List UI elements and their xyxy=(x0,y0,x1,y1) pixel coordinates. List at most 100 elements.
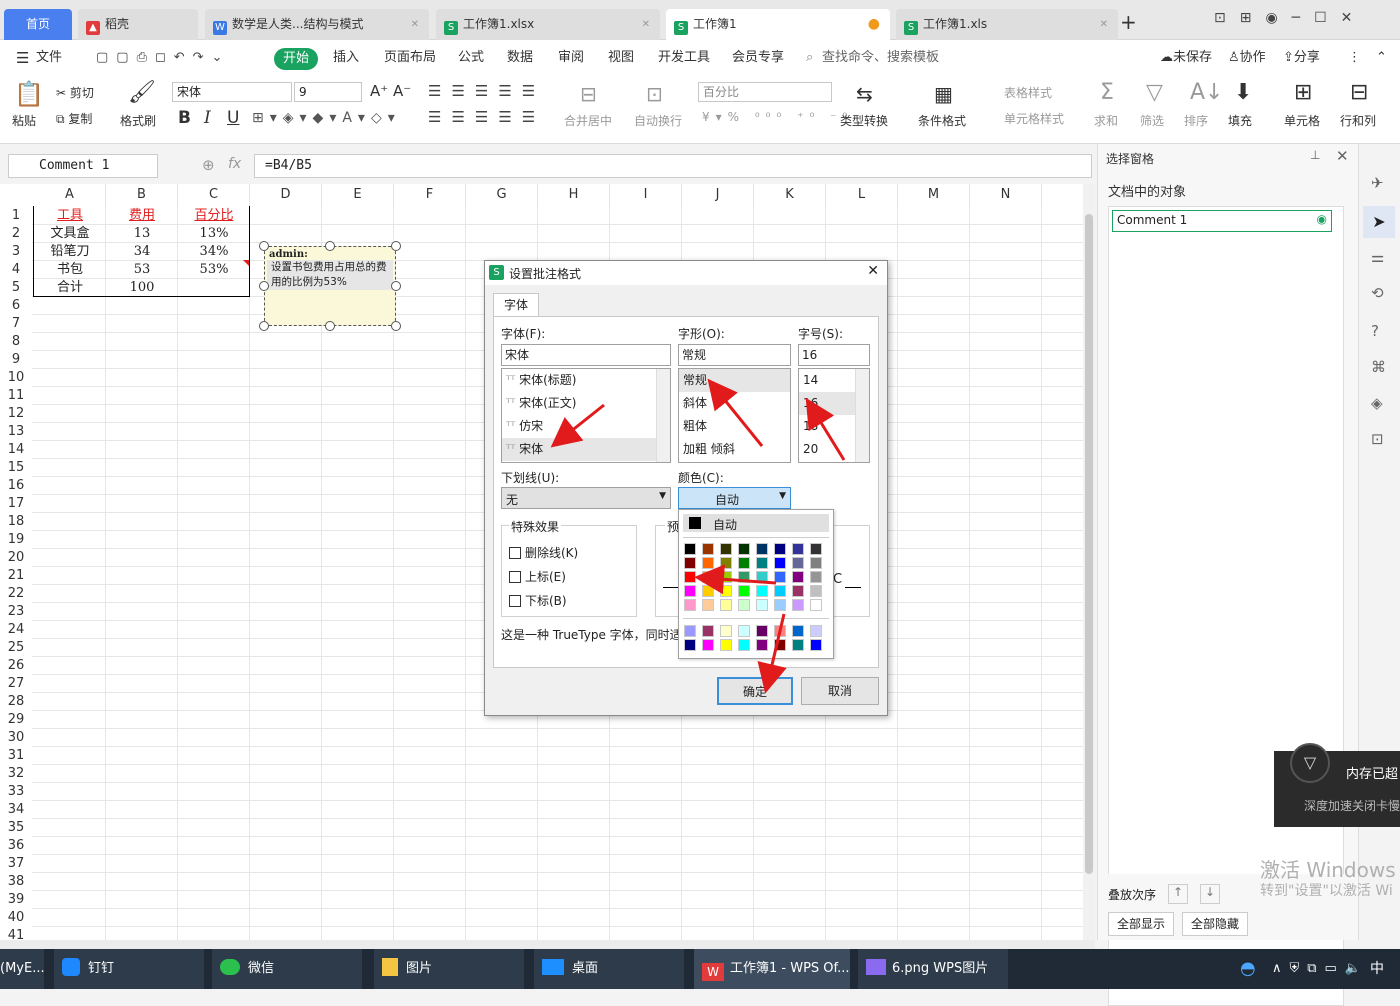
taskbar-app-wechat[interactable]: 微信 xyxy=(212,949,362,989)
row-header[interactable]: 22 xyxy=(0,585,32,603)
row-header[interactable]: 7 xyxy=(0,315,32,333)
color-swatch[interactable] xyxy=(756,625,768,637)
font-option[interactable]: ᵀᵀ 仿宋 xyxy=(502,415,670,438)
zoom-formula-icon[interactable]: ⊕ xyxy=(202,156,215,174)
font-family-select[interactable]: 宋体 xyxy=(172,82,292,102)
color-swatch[interactable] xyxy=(684,557,696,569)
color-swatch[interactable] xyxy=(774,625,786,637)
resize-handle[interactable] xyxy=(259,241,269,251)
filter-button[interactable]: 筛选 xyxy=(1140,112,1164,129)
vertical-scrollbar[interactable] xyxy=(1083,184,1095,940)
font-input[interactable]: 宋体 xyxy=(501,344,671,366)
more-icon[interactable]: ⋮ xyxy=(1348,40,1361,76)
align-icons[interactable]: ☰☰☰☰☰ xyxy=(428,82,545,100)
select-cursor-icon[interactable]: ➤ xyxy=(1363,206,1395,238)
color-swatch[interactable] xyxy=(738,585,750,597)
color-swatch[interactable] xyxy=(720,625,732,637)
color-swatch[interactable] xyxy=(792,571,804,583)
color-swatch[interactable] xyxy=(792,625,804,637)
resize-handle[interactable] xyxy=(391,241,401,251)
taskbar-app-mye[interactable]: (MyE... xyxy=(0,949,44,989)
row-header[interactable]: 9 xyxy=(0,351,32,369)
column-header[interactable]: J xyxy=(682,184,754,206)
row-header[interactable]: 20 xyxy=(0,549,32,567)
color-swatch[interactable] xyxy=(738,625,750,637)
row-header[interactable]: 1 xyxy=(0,207,32,225)
formula-input[interactable]: =B4/B5 xyxy=(254,154,1092,178)
column-header[interactable]: M xyxy=(898,184,970,206)
font-size-select[interactable]: 9 xyxy=(294,82,362,102)
resize-handle[interactable] xyxy=(259,321,269,331)
color-swatch[interactable] xyxy=(684,543,696,555)
menu-review[interactable]: 审阅 xyxy=(558,40,584,76)
color-swatch[interactable] xyxy=(774,543,786,555)
name-box[interactable]: Comment 1 xyxy=(8,154,158,178)
color-swatch[interactable] xyxy=(720,585,732,597)
row-header[interactable]: 21 xyxy=(0,567,32,585)
font-list[interactable]: ᵀᵀ 宋体(标题) ᵀᵀ 宋体(正文) ᵀᵀ 仿宋 ᵀᵀ 宋体 xyxy=(501,368,671,463)
color-swatch[interactable] xyxy=(684,571,696,583)
row-header[interactable]: 41 xyxy=(0,927,32,940)
style-input[interactable]: 常规 xyxy=(678,344,791,366)
column-header[interactable]: I xyxy=(610,184,682,206)
show-all-button[interactable]: 全部显示 xyxy=(1108,912,1174,936)
hamburger-icon[interactable]: ☰ xyxy=(16,40,29,76)
color-swatch[interactable] xyxy=(756,599,768,611)
color-swatch[interactable] xyxy=(702,639,714,651)
collab-button[interactable]: ♙协作 xyxy=(1228,40,1266,76)
menu-developer[interactable]: 开发工具 xyxy=(658,40,710,76)
row-header[interactable]: 31 xyxy=(0,747,32,765)
help-icon[interactable]: ? xyxy=(1371,322,1379,340)
cell-button[interactable]: 单元格 xyxy=(1284,112,1320,129)
dialog-close-icon[interactable]: ✕ xyxy=(867,263,879,279)
pane-object-item[interactable]: Comment 1 ◉ xyxy=(1112,210,1332,232)
color-swatch[interactable] xyxy=(702,585,714,597)
number-format-select[interactable]: 百分比 xyxy=(698,82,832,102)
row-header[interactable]: 29 xyxy=(0,711,32,729)
ai-icon[interactable]: ⌘ xyxy=(1371,358,1386,376)
column-header[interactable]: C xyxy=(178,184,250,206)
color-swatch[interactable] xyxy=(756,571,768,583)
font-option-selected[interactable]: ᵀᵀ 宋体 xyxy=(502,438,670,461)
color-swatch[interactable] xyxy=(684,625,696,637)
row-header[interactable]: 36 xyxy=(0,837,32,855)
menu-insert[interactable]: 插入 xyxy=(333,40,359,76)
taskbar-app-wps-image[interactable]: 6.png WPS图片 xyxy=(858,949,1008,989)
row-header[interactable]: 32 xyxy=(0,765,32,783)
merge-center-button[interactable]: 合并居中 xyxy=(564,112,612,129)
toolbar-quick-icons[interactable]: ▢▢⎙◻↶↷⌄ xyxy=(96,40,230,76)
taskbar-app-dingtalk[interactable]: 钉钉 xyxy=(54,949,204,989)
color-swatch[interactable] xyxy=(738,557,750,569)
new-tab-icon[interactable]: + xyxy=(1120,10,1137,34)
resize-handle[interactable] xyxy=(325,321,335,331)
tab-workbook-active[interactable]: S 工作簿1 ● xyxy=(666,9,890,40)
row-header[interactable]: 23 xyxy=(0,603,32,621)
close-pane-icon[interactable]: ✕ xyxy=(1336,147,1349,165)
grow-shrink-font-icon[interactable]: A⁺ A⁻ xyxy=(370,82,411,100)
row-header[interactable]: 13 xyxy=(0,423,32,441)
fill-button[interactable]: 填充 xyxy=(1228,112,1252,129)
row-header[interactable]: 5 xyxy=(0,279,32,297)
row-header[interactable]: 27 xyxy=(0,675,32,693)
row-header[interactable]: 2 xyxy=(0,225,32,243)
color-swatch[interactable] xyxy=(720,599,732,611)
format-painter-icon[interactable]: 🖌 xyxy=(128,80,156,105)
row-header[interactable]: 16 xyxy=(0,477,32,495)
row-header[interactable]: 24 xyxy=(0,621,32,639)
row-header[interactable]: 19 xyxy=(0,531,32,549)
transform-side-icon[interactable]: ⟲ xyxy=(1371,284,1384,302)
table-style-button[interactable]: 表格样式 xyxy=(1004,84,1052,101)
column-header[interactable]: E xyxy=(322,184,394,206)
color-swatch[interactable] xyxy=(756,585,768,597)
color-swatch[interactable] xyxy=(774,599,786,611)
menu-view[interactable]: 视图 xyxy=(608,40,634,76)
conditional-format-button[interactable]: 条件格式 xyxy=(918,112,966,129)
resize-handle[interactable] xyxy=(391,281,401,291)
pane-title[interactable]: 选择窗格 xyxy=(1106,150,1154,167)
resize-handle[interactable] xyxy=(325,241,335,251)
type-convert-button[interactable]: 类型转换 xyxy=(840,112,888,129)
color-swatch[interactable] xyxy=(792,599,804,611)
cell-style-button[interactable]: 单元格样式 xyxy=(1004,110,1064,127)
italic-button[interactable]: I xyxy=(204,108,211,128)
font-option[interactable]: ᵀᵀ 宋体(正文) xyxy=(502,392,670,415)
